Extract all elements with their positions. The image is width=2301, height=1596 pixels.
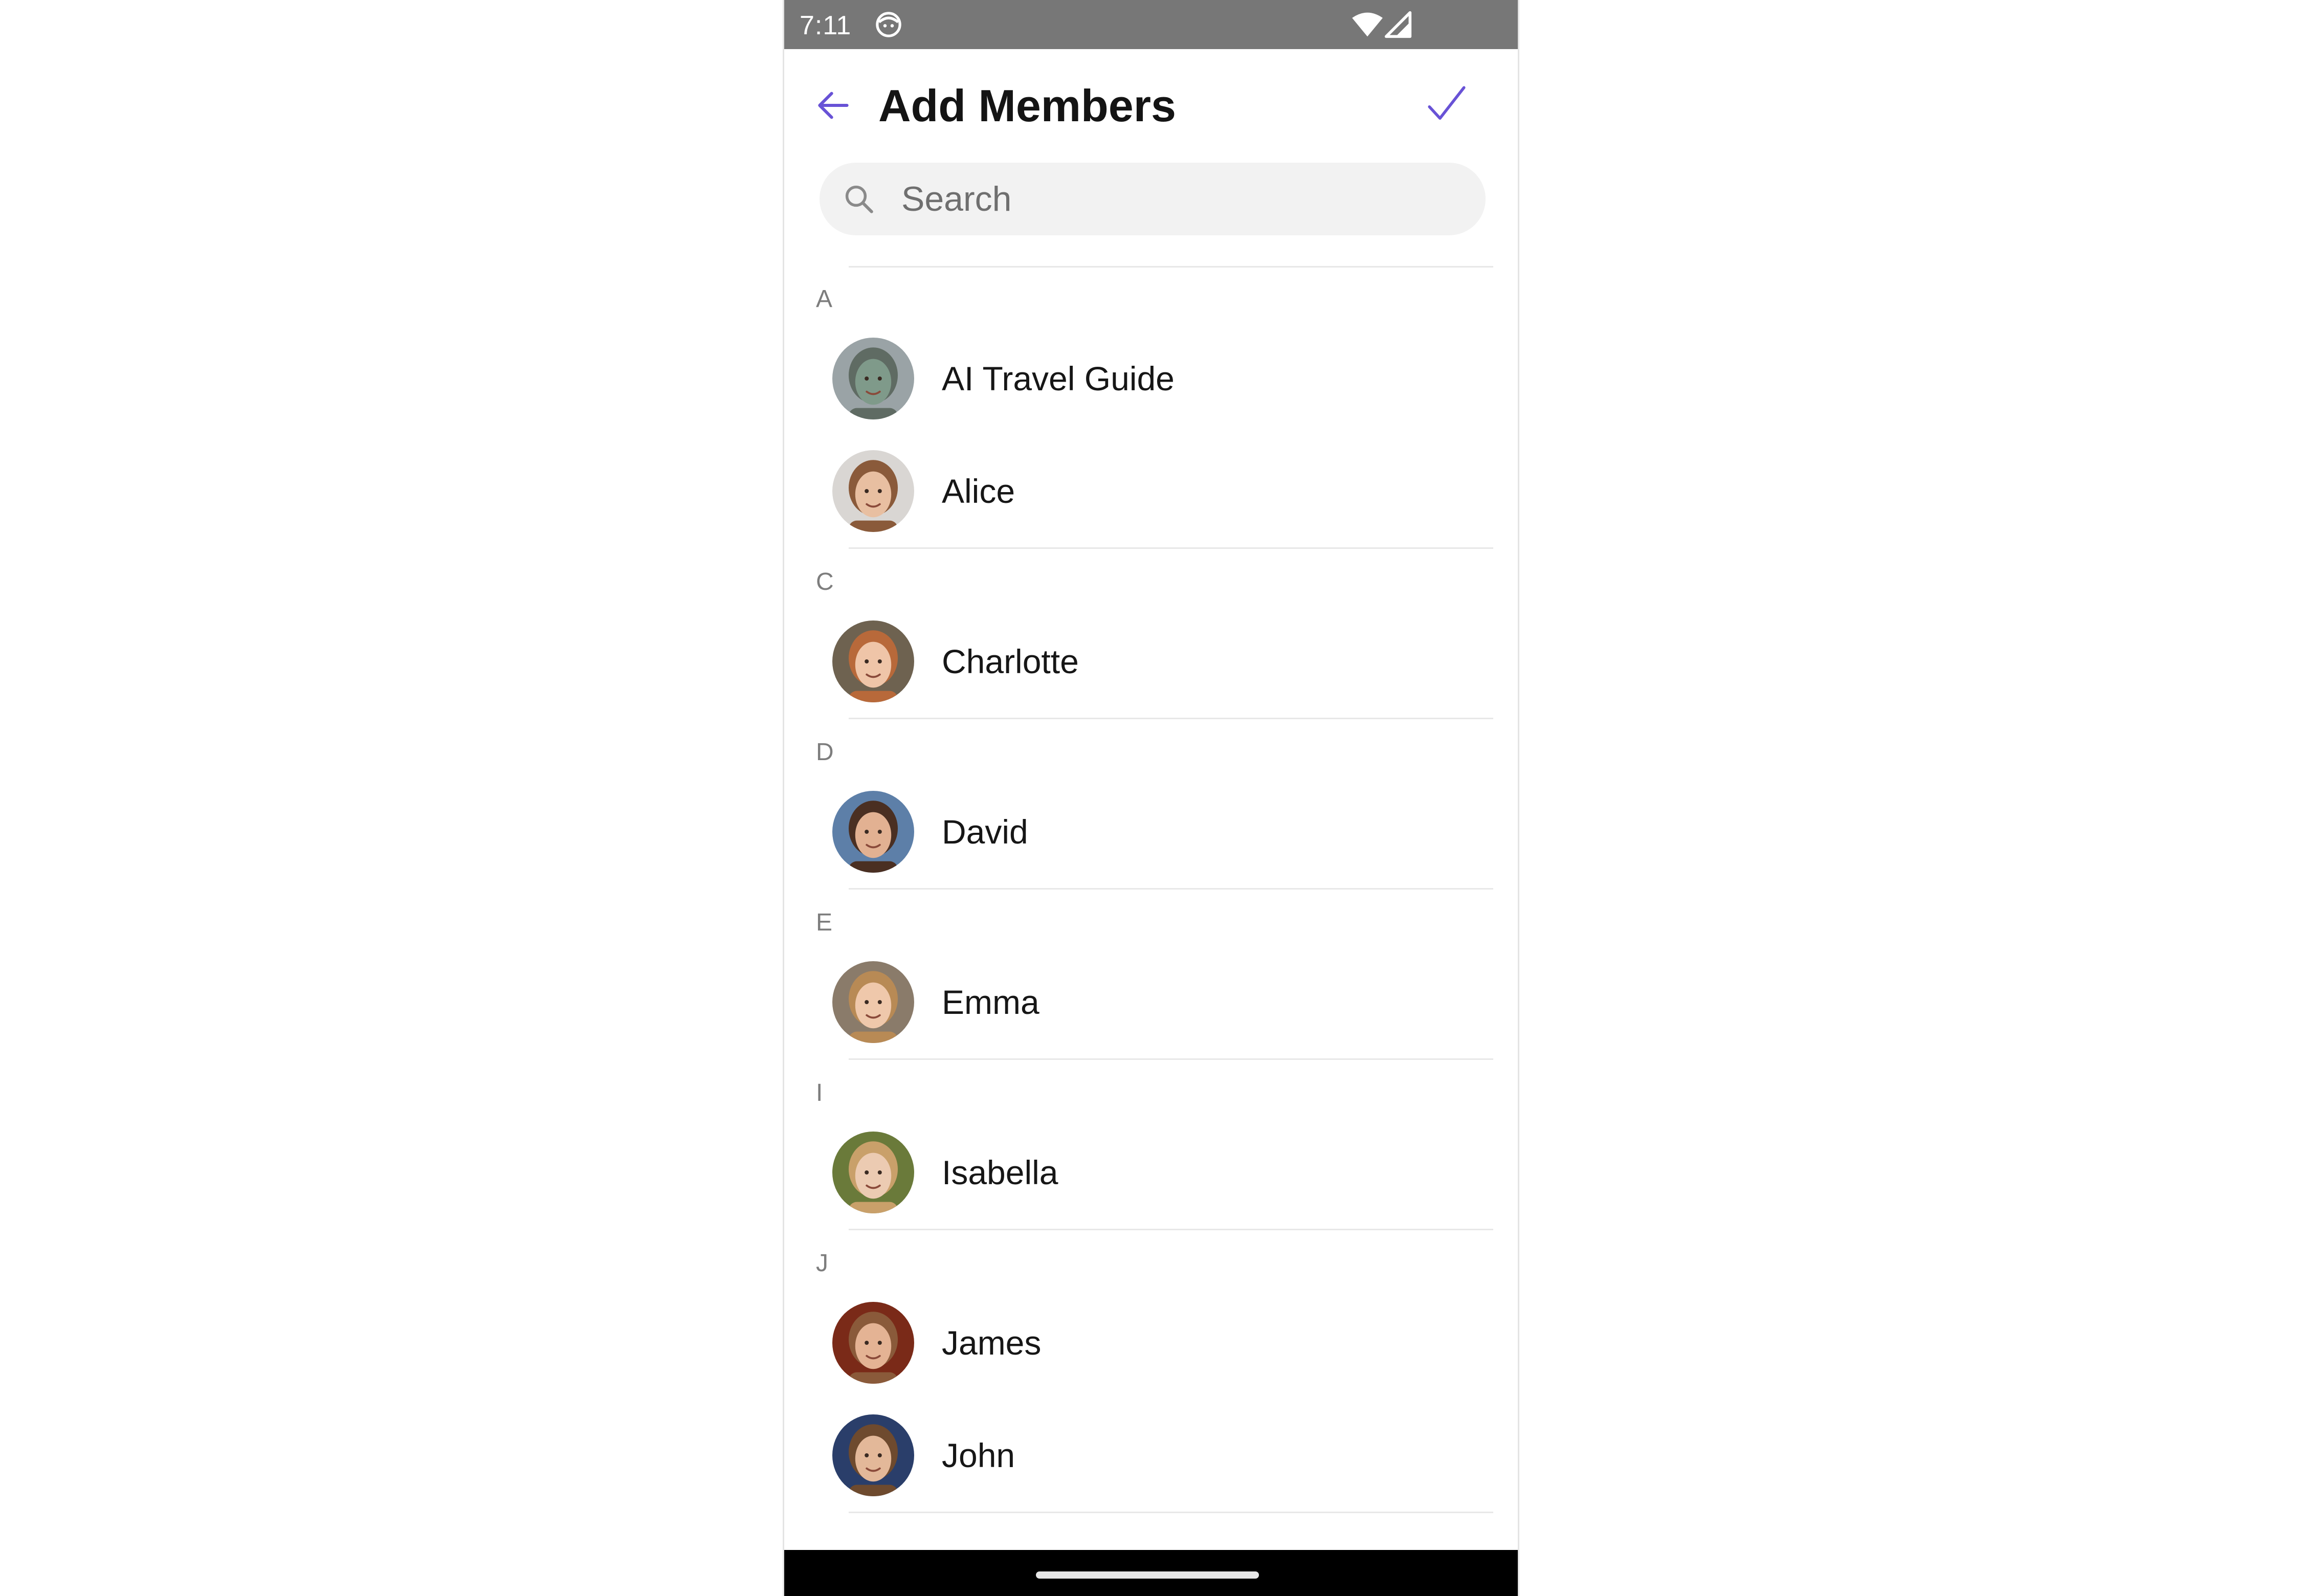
section-d: D David (784, 719, 1518, 890)
member-row[interactable]: Emma (784, 946, 1518, 1058)
member-name: James (942, 1324, 1042, 1362)
phone-screen: 7:11 Add Members Search A AI Travel Guid… (783, 0, 1519, 1596)
member-name: Emma (942, 983, 1039, 1021)
back-button[interactable] (813, 85, 854, 126)
section-header: J (816, 1250, 828, 1277)
status-bar: 7:11 (784, 0, 1518, 49)
search-icon (842, 182, 876, 216)
section-j: J James John (784, 1230, 1518, 1513)
checkmark-icon (1428, 86, 1466, 120)
section-header: E (816, 909, 833, 936)
face-notification-icon (874, 10, 903, 39)
section-c: C Charlotte (784, 549, 1518, 719)
confirm-button[interactable] (1424, 82, 1470, 128)
section-a: A AI Travel Guide Alice (784, 266, 1518, 549)
wifi-icon (1351, 11, 1384, 38)
member-row[interactable]: Charlotte (784, 605, 1518, 718)
section-header: D (816, 739, 834, 766)
avatar (832, 450, 914, 532)
search-input[interactable] (901, 163, 1464, 235)
member-row[interactable]: James (784, 1287, 1518, 1399)
avatar (832, 1132, 914, 1213)
member-row[interactable]: David (784, 775, 1518, 888)
member-row[interactable]: Isabella (784, 1116, 1518, 1229)
member-name: Alice (942, 472, 1015, 510)
member-list: A AI Travel Guide Alice C Charlotte D David E Em… (784, 266, 1518, 1513)
home-gesture-handle[interactable] (1036, 1571, 1259, 1579)
arrow-left-icon (818, 92, 849, 119)
avatar (832, 338, 914, 419)
section-header: I (816, 1079, 823, 1106)
section-e: E Emma (784, 890, 1518, 1060)
member-row[interactable]: John (784, 1399, 1518, 1512)
member-name: Isabella (942, 1154, 1058, 1191)
section-header: A (816, 285, 833, 313)
section-header: C (816, 568, 834, 595)
page-title: Add Members (878, 80, 1176, 131)
avatar (832, 791, 914, 873)
search-bar[interactable] (820, 163, 1486, 235)
member-row[interactable]: Alice (784, 435, 1518, 547)
app-header: Add Members (784, 49, 1518, 167)
divider (849, 1512, 1493, 1513)
member-name: AI Travel Guide (942, 360, 1175, 397)
cellular-signal-icon (1384, 10, 1412, 39)
avatar (832, 620, 914, 702)
avatar (832, 1302, 914, 1384)
member-name: David (942, 813, 1028, 851)
avatar (832, 961, 914, 1043)
section-i: I Isabella (784, 1060, 1518, 1230)
member-name: John (942, 1436, 1015, 1474)
member-name: Charlotte (942, 642, 1079, 680)
navigation-bar (784, 1550, 1518, 1596)
status-time: 7:11 (800, 11, 852, 40)
member-row[interactable]: AI Travel Guide (784, 322, 1518, 435)
avatar (832, 1414, 914, 1496)
